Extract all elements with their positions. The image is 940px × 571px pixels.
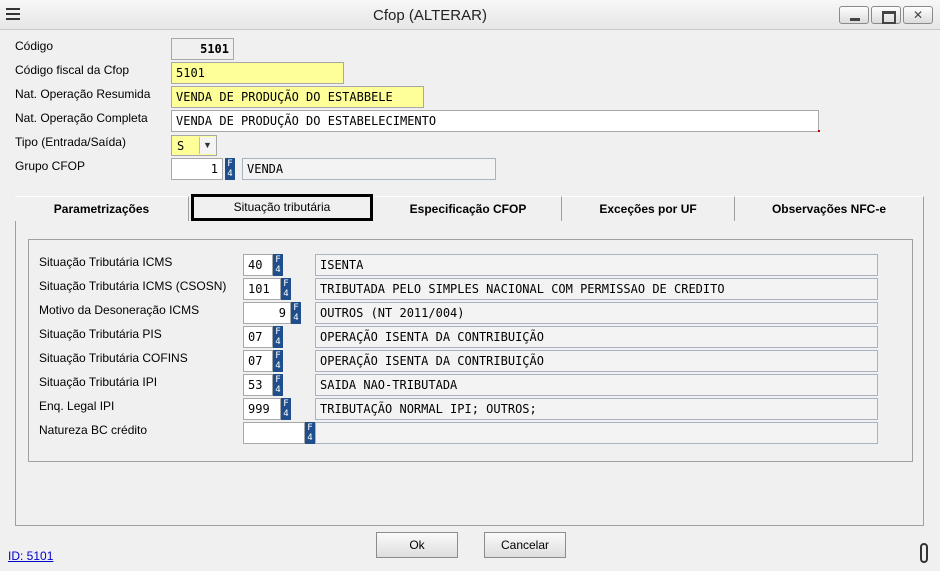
row-code-field[interactable]: 07 <box>243 350 273 372</box>
record-id-link[interactable]: ID: 5101 <box>8 549 53 563</box>
f4-lookup-icon[interactable]: F4 <box>273 326 283 348</box>
row-label: Situação Tributária PIS <box>39 327 162 341</box>
minimize-button[interactable] <box>839 6 869 24</box>
grupo-label: Grupo CFOP <box>15 159 86 173</box>
tab-parametrizacoes[interactable]: Parametrizações <box>15 196 189 221</box>
row-desc-field: TRIBUTAÇÃO NORMAL IPI; OUTROS; <box>315 398 878 420</box>
row-label: Natureza BC crédito <box>39 423 148 437</box>
window-title: Cfop (ALTERAR) <box>373 7 487 24</box>
row-code-field[interactable]: 53 <box>243 374 273 396</box>
f4-lookup-icon[interactable]: F4 <box>273 254 283 276</box>
row-desc-field: SAIDA NAO-TRIBUTADA <box>315 374 878 396</box>
row-code-field[interactable]: 101 <box>243 278 281 300</box>
row-label: Situação Tributária IPI <box>39 375 158 389</box>
tipo-label: Tipo (Entrada/Saída) <box>15 135 126 149</box>
codigo-field: 5101 <box>171 38 234 60</box>
tipo-select[interactable]: S ▼ <box>171 135 217 156</box>
row-code-field[interactable]: 07 <box>243 326 273 348</box>
row-label: Situação Tributária COFINS <box>39 351 188 365</box>
maximize-button[interactable] <box>871 6 901 24</box>
f4-lookup-icon[interactable]: F4 <box>273 350 283 372</box>
row-desc-field: OUTROS (NT 2011/004) <box>315 302 878 324</box>
title-bar: Cfop (ALTERAR) <box>0 0 940 30</box>
f4-lookup-icon[interactable]: F4 <box>281 278 291 300</box>
row-label: Enq. Legal IPI <box>39 399 115 413</box>
nat-completa-field[interactable]: VENDA DE PRODUÇÃO DO ESTABELECIMENTO <box>171 110 819 132</box>
f4-lookup-icon[interactable]: F4 <box>291 302 301 324</box>
codigo-fiscal-field[interactable]: 5101 <box>171 62 344 84</box>
row-code-field[interactable] <box>243 422 305 444</box>
row-desc-field: OPERAÇÃO ISENTA DA CONTRIBUIÇÃO <box>315 326 878 348</box>
nat-resumida-field[interactable]: VENDA DE PRODUÇÃO DO ESTABBELE <box>171 86 424 108</box>
tipo-select-value: S <box>177 139 185 153</box>
tab-especificacao-cfop[interactable]: Especificação CFOP <box>375 196 562 221</box>
close-button[interactable] <box>903 6 933 24</box>
required-marker <box>818 130 820 132</box>
grupo-desc-field: VENDA <box>242 158 496 180</box>
row-desc-field: ISENTA <box>315 254 878 276</box>
cancel-button[interactable]: Cancelar <box>484 532 566 558</box>
nat-completa-label: Nat. Operação Completa <box>15 111 148 125</box>
chevron-down-icon[interactable]: ▼ <box>199 137 215 154</box>
tab-observacoes-nfce[interactable]: Observações NFC-e <box>735 196 924 221</box>
nat-resumida-label: Nat. Operação Resumida <box>15 87 151 101</box>
codigo-fiscal-label: Código fiscal da Cfop <box>15 63 130 77</box>
row-label: Situação Tributária ICMS (CSOSN) <box>39 279 227 293</box>
codigo-label: Código <box>15 39 54 53</box>
row-label: Situação Tributária ICMS <box>39 255 173 269</box>
f4-lookup-icon[interactable]: F4 <box>225 158 235 180</box>
row-desc-field <box>315 422 878 444</box>
f4-lookup-icon[interactable]: F4 <box>273 374 283 396</box>
paperclip-icon[interactable] <box>920 543 928 563</box>
ok-button[interactable]: Ok <box>376 532 458 558</box>
row-label: Motivo da Desoneração ICMS <box>39 303 200 317</box>
row-desc-field: TRIBUTADA PELO SIMPLES NACIONAL COM PERM… <box>315 278 878 300</box>
tab-excecoes-uf[interactable]: Exceções por UF <box>562 196 735 221</box>
row-desc-field: OPERAÇÃO ISENTA DA CONTRIBUIÇÃO <box>315 350 878 372</box>
row-code-field[interactable]: 999 <box>243 398 281 420</box>
row-code-field[interactable]: 40 <box>243 254 273 276</box>
f4-lookup-icon[interactable]: F4 <box>281 398 291 420</box>
row-code-field[interactable]: 9 <box>243 302 291 324</box>
f4-lookup-icon[interactable]: F4 <box>305 422 315 444</box>
tab-bar: Parametrizações Situação tributária Espe… <box>15 194 924 221</box>
grupo-code-field[interactable]: 1 <box>171 158 223 180</box>
tab-situacao-tributaria[interactable]: Situação tributária <box>191 194 373 221</box>
